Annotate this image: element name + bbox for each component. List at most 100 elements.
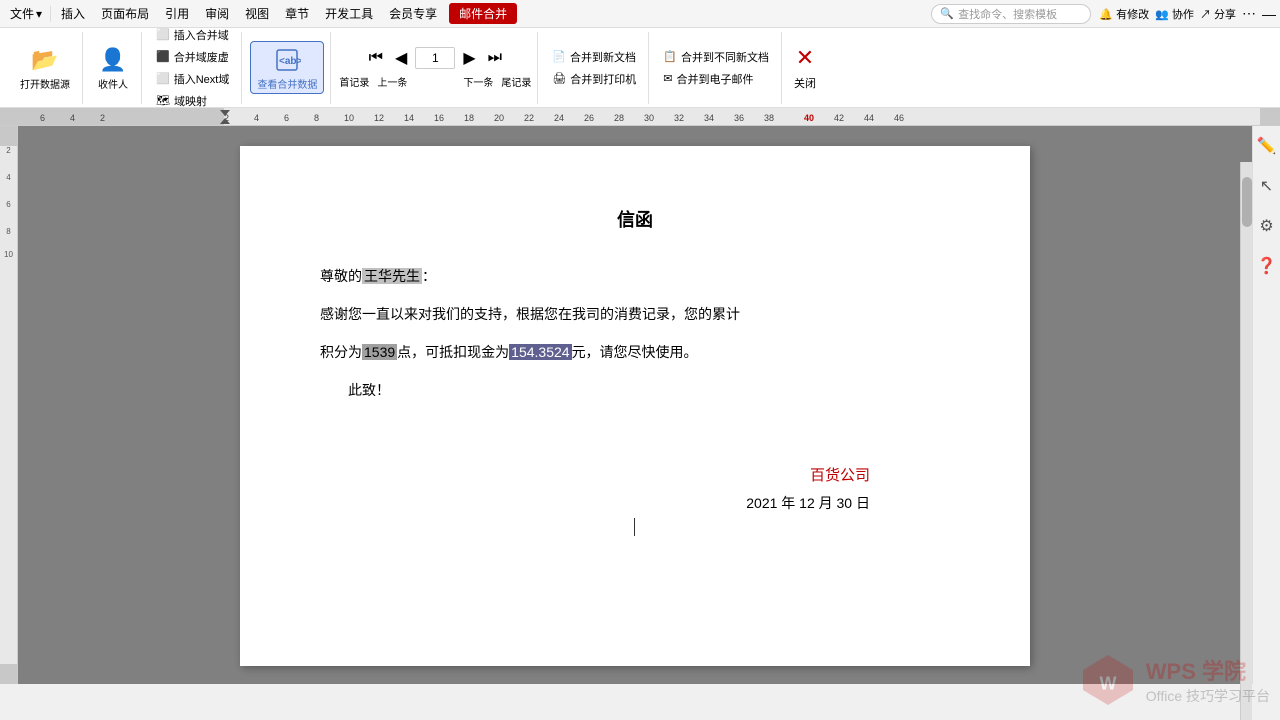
wps-label-group: WPS 学院 Office 技巧学习平台 — [1146, 654, 1270, 706]
body-paragraph-2: 积分为1539点，可抵扣现金为154.3524元，请您尽快使用。 — [320, 338, 950, 366]
merge-to-diff-doc-icon: 📋 — [663, 50, 677, 63]
merge-to-new-doc-icon: 📄 — [552, 50, 566, 63]
ruler-right-margin — [1260, 108, 1280, 125]
body-text-2c: 元，请您尽快使用。 — [572, 344, 698, 360]
prev-record-label: 上一条 — [377, 74, 407, 89]
merge-field-disabled-icon: ⬛ — [156, 50, 170, 63]
share-btn[interactable]: ↗ 分享 — [1200, 6, 1236, 22]
merge-to-email-btn[interactable]: ✉ 合并到电子邮件 — [657, 69, 775, 89]
document-date: 2021 年 12 月 30 日 — [320, 493, 870, 513]
merge-to-email-label: 合并到电子邮件 — [677, 71, 754, 87]
menu-references[interactable]: 引用 — [157, 3, 197, 24]
menu-insert[interactable]: 插入 — [53, 3, 93, 24]
scrollbar-thumb[interactable] — [1242, 177, 1252, 227]
svg-text:<ab>: <ab> — [279, 56, 301, 67]
merge-to-print-btn[interactable]: 🖨 合并到打印机 — [546, 69, 642, 89]
svg-text:W: W — [1099, 674, 1116, 694]
body-text-2b: 点，可抵扣现金为 — [397, 344, 509, 360]
last-record-label: 尾记录 — [501, 74, 531, 89]
top-right-icons: 🔔 有修改 👥 协作 ↗ 分享 ⋯ — — [1099, 5, 1276, 22]
menu-view[interactable]: 视图 — [237, 3, 277, 24]
document-page: 信函 尊敬的王华先生： 感谢您一直以来对我们的支持，根据您在我司的消费记录，您的… — [240, 146, 1030, 666]
prev-record-btn[interactable]: ◀ — [391, 46, 411, 70]
ruler-left-margin — [0, 108, 224, 125]
ruler-mark-neg4: 4 — [70, 113, 75, 123]
text-cursor — [630, 518, 635, 536]
points-value: 1539 — [362, 344, 397, 360]
insert-next-field-btn[interactable]: ⬜ 插入Next域 — [150, 69, 235, 89]
merge-actions-col: 📄 合并到新文档 🖨 合并到打印机 — [546, 47, 642, 89]
ribbon-group-insert: ⬜ 插入合并域 ⬛ 合并域废虚 ⬜ 插入Next域 🗺 域映射 — [144, 32, 242, 104]
recipients-btn[interactable]: 👤 收件人 — [91, 42, 135, 93]
ruler-ticks: 2 4 6 8 10 12 14 16 18 20 22 24 26 28 30… — [224, 108, 1260, 125]
modify-indicator[interactable]: 🔔 有修改 — [1099, 6, 1149, 22]
merge-to-email-icon: ✉ — [663, 72, 672, 85]
ribbon-group-nav: ⏮ ◀ ▶ ⏭ 首记录 上一条 下一条 尾记录 — [333, 32, 538, 104]
vertical-scrollbar[interactable] — [1240, 162, 1252, 720]
field-mapping-label: 域映射 — [174, 93, 207, 109]
merge-actions2-col: 📋 合并到不同新文档 ✉ 合并到电子邮件 — [657, 47, 775, 89]
view-merge-data-btn[interactable]: <ab> 查看合并数据 — [250, 41, 324, 94]
open-datasource-btn[interactable]: 📂 打开数据源 — [14, 42, 76, 93]
merge-field-disabled-btn[interactable]: ⬛ 合并域废虚 — [150, 47, 235, 67]
more-icon[interactable]: ⋯ — [1242, 5, 1256, 22]
menu-chapter[interactable]: 章节 — [277, 3, 317, 24]
last-record-btn[interactable]: ⏭ — [484, 47, 506, 69]
wps-watermark: W WPS 学院 Office 技巧学习平台 — [1078, 650, 1270, 710]
menu-file[interactable]: 文件 ▾ — [4, 3, 48, 24]
next-record-label: 下一条 — [463, 74, 493, 89]
document-body: 尊敬的王华先生： 感谢您一直以来对我们的支持，根据您在我司的消费记录，您的累计 … — [320, 262, 950, 404]
document-title: 信函 — [320, 206, 950, 232]
insert-merge-field-btn[interactable]: ⬜ 插入合并域 — [150, 25, 235, 45]
amount-value: 154.3524 — [509, 344, 571, 360]
cursor-icon[interactable]: ↖ — [1256, 172, 1277, 200]
greeting-text: 尊敬的 — [320, 268, 362, 284]
menu-membership[interactable]: 会员专享 — [381, 3, 445, 24]
ruler-mark-neg2: 2 — [100, 113, 105, 123]
ruler-hanging-marker[interactable] — [220, 118, 230, 124]
edit-icon[interactable]: ✏️ — [1253, 132, 1280, 160]
ribbon: 📂 打开数据源 👤 收件人 ⬜ 插入合并域 ⬛ 合并域废虚 ⬜ 插入Next域 — [0, 28, 1280, 108]
first-record-btn[interactable]: ⏮ — [365, 47, 387, 69]
merge-to-print-label: 合并到打印机 — [570, 71, 636, 87]
ruler-indent-marker[interactable] — [220, 110, 230, 116]
minimize-icon[interactable]: — — [1262, 6, 1276, 22]
ruler-mark-neg6: 6 — [40, 113, 45, 123]
next-record-btn[interactable]: ▶ — [459, 46, 479, 70]
recipient-name: 王华先生 — [362, 268, 422, 284]
mail-merge-button[interactable]: 邮件合并 — [449, 3, 517, 24]
wps-title: WPS 学院 — [1146, 654, 1270, 686]
settings-icon[interactable]: ⚙ — [1255, 212, 1277, 240]
merge-to-diff-doc-label: 合并到不同新文档 — [681, 49, 769, 65]
menu-developer[interactable]: 开发工具 — [317, 3, 381, 24]
close-btn[interactable]: ✕ — [796, 45, 814, 71]
doc-area[interactable]: 信函 尊敬的王华先生： 感谢您一直以来对我们的支持，根据您在我司的消费记录，您的… — [18, 126, 1252, 684]
view-merge-data-icon: <ab> — [271, 44, 303, 76]
horizontal-ruler: 2 4 6 8 10 12 14 16 18 20 22 24 26 28 30… — [0, 108, 1280, 126]
right-panel: ✏️ ↖ ⚙ ❓ — [1252, 126, 1280, 684]
ribbon-group-datasource: 📂 打开数据源 — [8, 32, 83, 104]
search-icon: 🔍 — [940, 7, 954, 20]
help-icon[interactable]: ❓ — [1253, 252, 1280, 280]
close-label: 关闭 — [794, 75, 816, 91]
search-box[interactable]: 🔍 查找命令、搜索模板 — [931, 4, 1091, 24]
ribbon-group-recipients: 👤 收件人 — [85, 32, 142, 104]
menu-layout[interactable]: 页面布局 — [93, 3, 157, 24]
vertical-ruler-ticks: 246 810 — [0, 146, 17, 259]
field-mapping-icon: 🗺 — [156, 94, 170, 107]
ribbon-group-view: <ab> 查看合并数据 — [244, 32, 331, 104]
merge-to-diff-doc-btn[interactable]: 📋 合并到不同新文档 — [657, 47, 775, 67]
recipients-icon: 👤 — [97, 44, 129, 76]
page-number-input[interactable] — [415, 47, 455, 69]
merge-to-new-doc-btn[interactable]: 📄 合并到新文档 — [546, 47, 642, 67]
ribbon-group-close: ✕ 关闭 — [784, 32, 826, 104]
body-paragraph-1: 感谢您一直以来对我们的支持，根据您在我司的消费记录，您的累计 — [320, 300, 950, 328]
vertical-ruler-bottom-margin — [0, 664, 17, 684]
vertical-ruler-top-margin — [0, 126, 17, 146]
collaborate-btn[interactable]: 👥 协作 — [1155, 6, 1194, 22]
ribbon-group-merge-actions2: 📋 合并到不同新文档 ✉ 合并到电子邮件 — [651, 32, 782, 104]
recipients-label: 收件人 — [98, 76, 128, 91]
menu-review[interactable]: 审阅 — [197, 3, 237, 24]
greeting-paragraph: 尊敬的王华先生： — [320, 262, 950, 290]
merge-to-print-icon: 🖨 — [552, 72, 566, 85]
